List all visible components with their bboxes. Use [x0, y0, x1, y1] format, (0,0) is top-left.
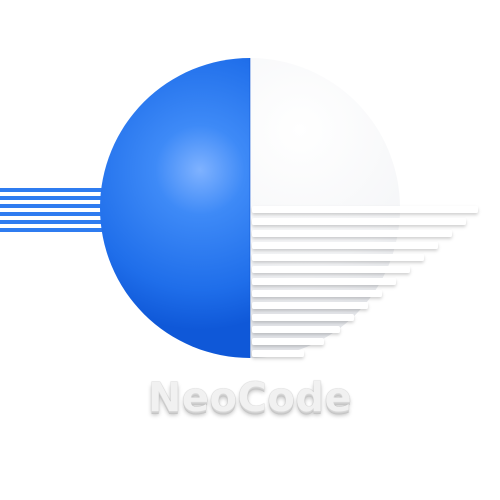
logo-mark [0, 58, 478, 358]
brand-name: NeoCode [147, 375, 353, 421]
left-speed-lines [0, 188, 110, 232]
